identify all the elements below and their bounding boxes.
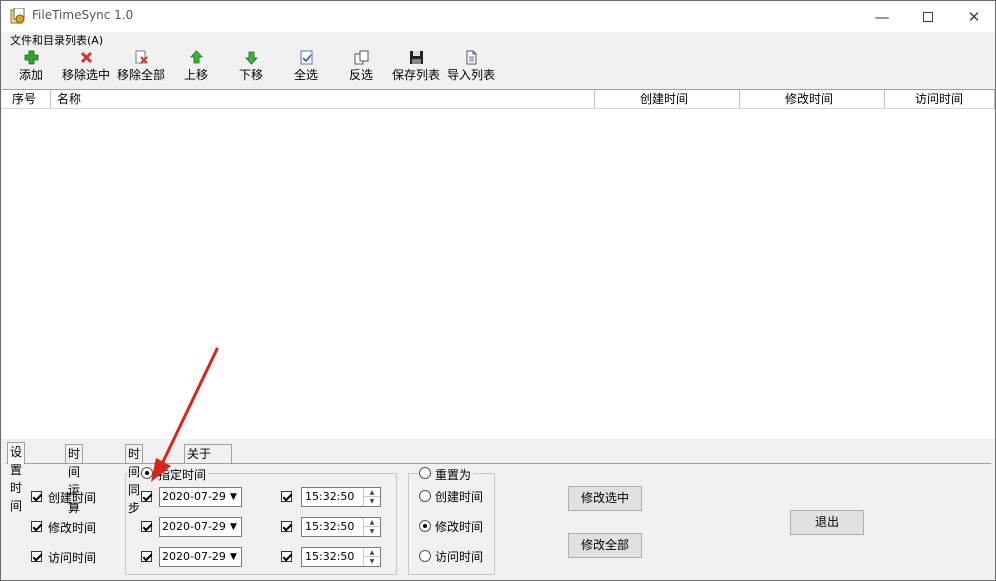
time-spinner-1[interactable]: 15:32:50 ▲ ▼ [301,487,381,507]
tab-time-arithmetic[interactable]: 时间运算 [65,444,84,515]
date-picker-2[interactable]: 2020-07-29 ▼ [159,517,242,537]
reset-created-radio[interactable] [419,490,431,502]
reset-modified-radio[interactable] [419,520,431,532]
spin-down-icon[interactable]: ▼ [364,557,380,566]
import-list-label: 导入列表 [446,68,495,82]
time-checkbox-2[interactable] [281,521,292,532]
maximize-button[interactable] [905,1,951,32]
time-checkbox-1[interactable] [281,491,292,502]
reset-created-label: 创建时间 [435,490,484,504]
date-checkbox-1[interactable] [141,491,152,502]
remove-selected-label: 移除选中 [61,68,110,82]
annotation-arrow-icon [151,347,219,482]
time-spinner-2[interactable]: 15:32:50 ▲ ▼ [301,517,381,537]
invert-selection-label: 反选 [348,68,373,82]
date-picker-3[interactable]: 2020-07-29 ▼ [159,547,242,567]
select-all-icon [300,50,312,65]
invert-selection-button[interactable]: 反选 [346,46,376,84]
remove-all-label: 移除全部 [116,68,165,82]
spin-up-icon[interactable]: ▲ [364,548,380,557]
time-value-1: 15:32:50 [305,490,355,503]
save-list-button[interactable]: 保存列表 [390,46,442,84]
spin-down-icon[interactable]: ▼ [364,527,380,536]
save-list-label: 保存列表 [391,68,440,82]
date-picker-1[interactable]: 2020-07-29 ▼ [159,487,242,507]
spin-buttons-3[interactable]: ▲ ▼ [363,548,380,566]
spin-buttons-1[interactable]: ▲ ▼ [363,488,380,506]
app-window: FileTimeSync 1.0 — ✕ 文件和目录列表(A) 添加 移除选中 … [0,0,996,581]
remove-all-button[interactable]: 移除全部 [115,46,167,84]
app-icon [10,8,25,24]
close-icon: ✕ [967,7,981,26]
date-checkbox-2[interactable] [141,521,152,532]
reset-to-radio[interactable] [419,467,431,479]
window-title: FileTimeSync 1.0 [32,8,134,22]
spin-up-icon[interactable]: ▲ [364,488,380,497]
reset-modified-label: 修改时间 [435,520,484,534]
spin-buttons-2[interactable]: ▲ ▼ [363,518,380,536]
add-icon [24,50,38,65]
close-button[interactable]: ✕ [951,1,995,32]
toolbar: 添加 移除选中 移除全部 上移 下移 全选 反选 保存列表 导入列表 [1,46,995,88]
exit-button[interactable]: 退出 [790,510,864,535]
chevron-down-icon[interactable]: ▼ [226,548,241,566]
column-modified-time[interactable]: 修改时间 [740,90,885,109]
time-value-2: 15:32:50 [305,520,355,533]
modified-time-label: 修改时间 [48,521,97,535]
tab-set-time[interactable]: 设置时间 [7,442,26,513]
column-created-time[interactable]: 创建时间 [595,90,740,109]
save-list-icon [409,51,423,64]
spin-down-icon[interactable]: ▼ [364,497,380,506]
column-name[interactable]: 名称 [51,90,595,109]
move-up-button[interactable]: 上移 [181,46,211,84]
date-value-1: 2020-07-29 [162,490,226,503]
select-all-label: 全选 [293,68,318,82]
chevron-down-icon[interactable]: ▼ [226,488,241,506]
date-value-3: 2020-07-29 [162,550,226,563]
date-value-2: 2020-07-29 [162,520,226,533]
remove-all-icon [135,50,148,64]
chevron-down-icon[interactable]: ▼ [226,518,241,536]
column-accessed-time[interactable]: 访问时间 [885,90,995,109]
time-value-3: 15:32:50 [305,550,355,563]
move-down-icon [244,51,258,65]
remove-selected-icon [80,51,92,64]
reset-to-group: 重置为 创建时间 修改时间 访问时间 [408,466,495,575]
time-checkbox-3[interactable] [281,551,292,562]
spin-up-icon[interactable]: ▲ [364,518,380,527]
specify-time-group: 指定时间 2020-07-29 ▼ 15:32:50 ▲ ▼ 2020-07-29 ▼ … [125,466,397,575]
modify-all-button[interactable]: 修改全部 [568,533,642,558]
minimize-icon: — [874,7,890,26]
list-header: 序号 名称 创建时间 修改时间 访问时间 [2,90,995,109]
created-time-checkbox[interactable] [31,491,42,502]
time-spinner-3[interactable]: 15:32:50 ▲ ▼ [301,547,381,567]
title-bar[interactable]: FileTimeSync 1.0 — ✕ [1,1,995,32]
created-time-label: 创建时间 [48,491,97,505]
move-up-icon [189,50,203,64]
invert-selection-icon [354,50,368,65]
modified-time-checkbox[interactable] [31,521,42,532]
minimize-button[interactable]: — [859,1,905,32]
modify-selected-button[interactable]: 修改选中 [568,486,642,511]
reset-accessed-label: 访问时间 [435,550,484,564]
date-checkbox-3[interactable] [141,551,152,562]
column-index[interactable]: 序号 [2,90,51,109]
move-down-label: 下移 [238,68,263,82]
reset-accessed-radio[interactable] [419,550,431,562]
accessed-time-checkbox[interactable] [31,551,42,562]
accessed-time-label: 访问时间 [48,551,97,565]
remove-selected-button[interactable]: 移除选中 [60,46,112,84]
add-button[interactable]: 添加 [15,46,47,84]
reset-to-label: 重置为 [433,466,474,483]
select-all-button[interactable]: 全选 [291,46,321,84]
maximize-icon [923,11,933,22]
move-down-button[interactable]: 下移 [236,46,266,84]
import-list-icon [466,50,476,65]
import-list-button[interactable]: 导入列表 [445,46,497,84]
add-label: 添加 [18,68,43,82]
move-up-label: 上移 [183,68,208,82]
